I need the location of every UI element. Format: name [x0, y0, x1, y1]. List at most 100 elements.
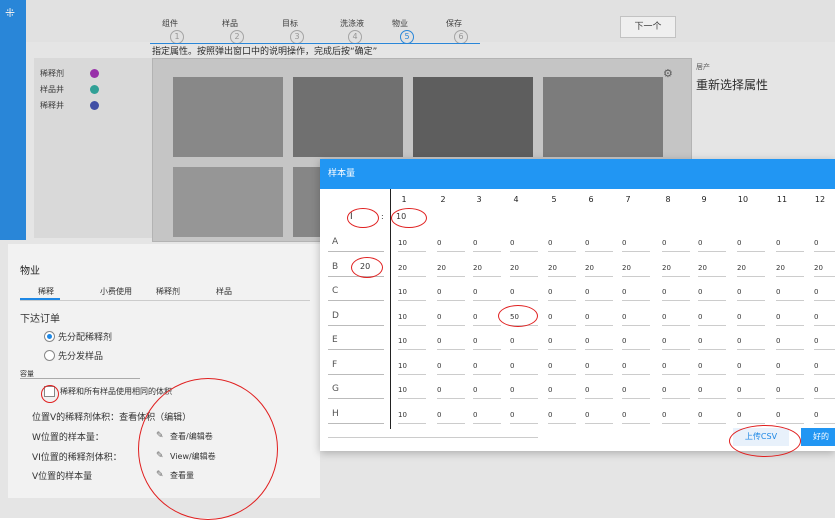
volume-cell[interactable]: 10	[398, 362, 407, 370]
volume-cell[interactable]: 0	[548, 386, 552, 394]
volume-cell[interactable]: 0	[585, 337, 589, 345]
volume-cell[interactable]: 0	[548, 337, 552, 345]
tab-tip-usage[interactable]: 小费使用	[100, 286, 132, 297]
volume-cell[interactable]: 0	[698, 288, 702, 296]
volume-cell[interactable]: 0	[510, 288, 514, 296]
volume-cell[interactable]: 0	[776, 337, 780, 345]
volume-cell[interactable]: 0	[437, 313, 441, 321]
volume-cell[interactable]: 10	[398, 337, 407, 345]
volume-cell[interactable]: 0	[585, 411, 589, 419]
volume-cell[interactable]: 0	[510, 239, 514, 247]
volume-cell[interactable]: 0	[776, 362, 780, 370]
volume-cell[interactable]: 0	[622, 337, 626, 345]
volume-cell[interactable]: 0	[473, 313, 477, 321]
volume-cell[interactable]: 10	[398, 386, 407, 394]
volume-cell[interactable]: 0	[698, 239, 702, 247]
volume-cell[interactable]: 0	[437, 362, 441, 370]
volume-cell[interactable]: 0	[437, 288, 441, 296]
volume-cell[interactable]: 0	[814, 411, 818, 419]
volume-cell[interactable]: 0	[622, 239, 626, 247]
volume-cell[interactable]: 0	[662, 313, 666, 321]
volume-cell[interactable]: 20	[437, 264, 446, 272]
volume-cell[interactable]: 0	[737, 288, 741, 296]
volume-cell[interactable]: 0	[737, 362, 741, 370]
volume-cell[interactable]: 0	[510, 411, 514, 419]
volume-cell[interactable]: 0	[437, 239, 441, 247]
volume-cell[interactable]: 0	[776, 411, 780, 419]
volume-cell[interactable]: 0	[776, 313, 780, 321]
volume-cell[interactable]: 0	[737, 337, 741, 345]
volume-cell[interactable]: 0	[585, 362, 589, 370]
tab-diluent[interactable]: 稀释剂	[156, 286, 180, 297]
volume-cell[interactable]: 10	[398, 288, 407, 296]
volume-cell[interactable]: 0	[548, 362, 552, 370]
volume-cell[interactable]: 0	[473, 386, 477, 394]
volume-cell[interactable]: 0	[548, 313, 552, 321]
volume-cell[interactable]: 0	[814, 288, 818, 296]
volume-cell[interactable]: 0	[776, 239, 780, 247]
volume-cell[interactable]: 0	[814, 239, 818, 247]
volume-cell[interactable]: 0	[473, 411, 477, 419]
volume-cell[interactable]: 0	[776, 386, 780, 394]
volume-cell[interactable]: 20	[510, 264, 519, 272]
volume-cell[interactable]: 20	[622, 264, 631, 272]
volume-cell[interactable]: 0	[585, 288, 589, 296]
volume-cell[interactable]: 10	[398, 411, 407, 419]
volume-cell[interactable]: 0	[662, 386, 666, 394]
volume-cell[interactable]: 0	[737, 411, 741, 419]
volume-cell[interactable]: 0	[737, 239, 741, 247]
volume-cell[interactable]: 20	[473, 264, 482, 272]
volume-cell[interactable]: 0	[437, 337, 441, 345]
tab-sample[interactable]: 样品	[216, 286, 232, 297]
volume-cell[interactable]: 0	[698, 386, 702, 394]
volume-cell[interactable]: 0	[698, 313, 702, 321]
volume-cell[interactable]: 0	[622, 411, 626, 419]
volume-cell[interactable]: 0	[548, 288, 552, 296]
volume-cell[interactable]: 20	[548, 264, 557, 272]
volume-cell[interactable]: 0	[814, 362, 818, 370]
volume-cell[interactable]: 0	[473, 362, 477, 370]
volume-cell[interactable]: 0	[510, 386, 514, 394]
volume-cell[interactable]: 0	[776, 288, 780, 296]
volume-cell[interactable]: 0	[698, 337, 702, 345]
volume-cell[interactable]: 20	[737, 264, 746, 272]
volume-cell[interactable]: 0	[622, 313, 626, 321]
volume-cell[interactable]: 0	[510, 337, 514, 345]
volume-cell[interactable]: 0	[622, 288, 626, 296]
volume-cell[interactable]: 0	[662, 362, 666, 370]
volume-cell[interactable]: 0	[737, 386, 741, 394]
volume-cell[interactable]: 0	[473, 239, 477, 247]
volume-cell[interactable]: 0	[662, 239, 666, 247]
ok-button[interactable]: 好的	[801, 428, 835, 446]
volume-cell[interactable]: 0	[814, 313, 818, 321]
volume-cell[interactable]: 0	[473, 337, 477, 345]
radio-sample-first[interactable]	[44, 350, 55, 361]
volume-cell[interactable]: 0	[698, 411, 702, 419]
volume-cell[interactable]: 0	[698, 362, 702, 370]
volume-cell[interactable]: 0	[622, 386, 626, 394]
volume-cell[interactable]: 0	[548, 411, 552, 419]
volume-cell[interactable]: 0	[622, 362, 626, 370]
volume-cell[interactable]: 10	[398, 313, 407, 321]
volume-cell[interactable]: 0	[814, 337, 818, 345]
volume-cell[interactable]: 0	[585, 386, 589, 394]
volume-cell[interactable]: 20	[776, 264, 785, 272]
volume-cell[interactable]: 20	[398, 264, 407, 272]
volume-cell[interactable]: 0	[737, 313, 741, 321]
tab-dilution[interactable]: 稀释	[38, 286, 54, 297]
radio-diluent-first[interactable]	[44, 331, 55, 342]
volume-cell[interactable]: 0	[585, 313, 589, 321]
volume-cell[interactable]: 0	[662, 288, 666, 296]
volume-cell[interactable]: 0	[510, 362, 514, 370]
volume-cell[interactable]: 20	[814, 264, 823, 272]
volume-cell[interactable]: 0	[548, 239, 552, 247]
volume-cell[interactable]: 20	[585, 264, 594, 272]
volume-cell[interactable]: 20	[662, 264, 671, 272]
volume-cell[interactable]: 0	[437, 411, 441, 419]
volume-cell[interactable]: 0	[437, 386, 441, 394]
volume-cell[interactable]: 0	[585, 239, 589, 247]
volume-cell[interactable]: 0	[662, 411, 666, 419]
volume-cell[interactable]: 0	[473, 288, 477, 296]
volume-cell[interactable]: 10	[398, 239, 407, 247]
volume-cell[interactable]: 0	[814, 386, 818, 394]
